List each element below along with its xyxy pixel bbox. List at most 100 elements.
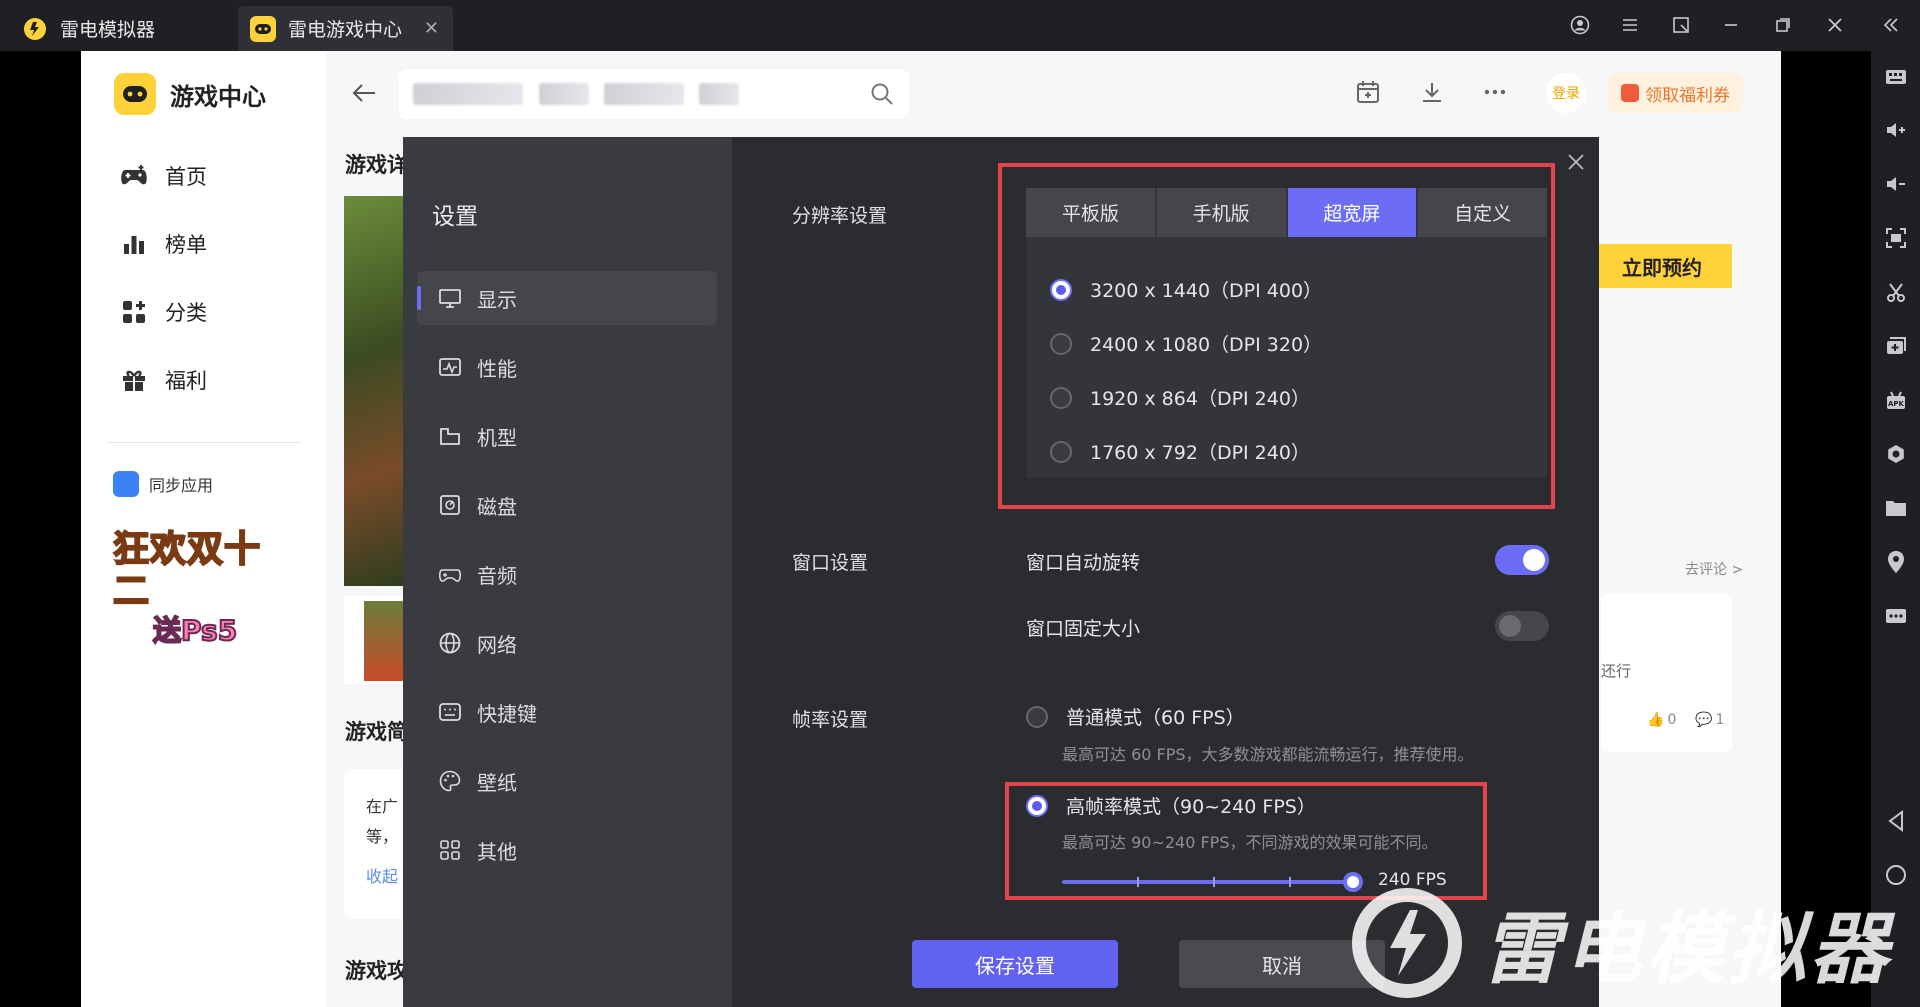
minimize-icon[interactable] [1716,10,1746,40]
intro-text-line1: 在广 [366,797,399,816]
android-home-icon[interactable] [1883,862,1909,888]
location-icon[interactable] [1883,549,1909,575]
performance-icon [437,354,463,380]
watermark-logo-icon [1352,888,1462,998]
radio-button[interactable] [1026,705,1048,728]
highlight-box-resolution [998,163,1555,509]
fixed-size-toggle[interactable] [1495,611,1549,641]
settings-nav-label: 显示 [477,287,517,312]
settings-nav-device[interactable]: 机型 [417,409,717,463]
settings-nav-performance[interactable]: 性能 [417,340,717,394]
android-back-icon[interactable] [1883,808,1909,834]
tab-emulator-title: 雷电模拟器 [60,19,156,41]
settings-nav-audio[interactable]: 音频 [417,547,717,601]
settings-gear-icon[interactable] [1883,441,1909,467]
search-input[interactable] [399,69,909,119]
section-title-details: 游戏详 [345,153,408,177]
keyboard-icon [437,699,463,725]
collapse-link[interactable]: 收起 [366,863,398,887]
comment-link[interactable]: 去评论 > [1685,559,1743,579]
collapse-sidebar-icon[interactable] [1876,10,1906,40]
sidebar-item-welfare[interactable]: 福利 [119,365,207,395]
thumbs-up-icon: 👍 [1647,712,1665,728]
comment-bubble-icon: 💬 [1695,712,1713,728]
apk-install-icon[interactable]: APK [1883,387,1909,413]
settings-nav-wallpaper[interactable]: 壁纸 [417,754,717,808]
sync-label: 同步应用 [149,476,214,495]
save-settings-button[interactable]: 保存设置 [912,940,1118,988]
like-button[interactable]: 👍 0 [1647,712,1676,728]
fixed-size-label: 窗口固定大小 [1026,618,1141,640]
volume-down-icon[interactable] [1883,171,1909,197]
monitor-icon [437,285,463,311]
back-arrow-icon[interactable] [351,81,377,111]
auto-rotate-toggle[interactable] [1495,545,1549,575]
screenshot-icon[interactable] [1883,225,1909,251]
disk-icon [437,492,463,518]
fps-section-label: 帧率设置 [792,709,869,731]
reply-button[interactable]: 💬 1 [1695,712,1724,728]
settings-nav-shortcuts[interactable]: 快捷键 [417,685,717,739]
sidebar-item-home[interactable]: 首页 [119,161,207,191]
download-icon[interactable] [1417,77,1447,107]
gift-icon [119,365,149,395]
maximize-icon[interactable] [1768,10,1798,40]
category-icon [119,297,149,327]
menu-icon[interactable] [1615,10,1645,40]
search-icon[interactable] [869,81,895,107]
folder-icon[interactable] [1883,495,1909,521]
promo-banner[interactable]: 狂欢双十二 送Ps5 [112,528,295,648]
screenshot-window-icon[interactable] [1666,10,1696,40]
multi-instance-icon[interactable] [1883,333,1909,359]
intro-text-line2: 等， [366,827,399,846]
like-count: 0 [1667,712,1677,728]
comment-snippet: 还行 [1601,662,1632,680]
close-dialog-icon[interactable] [1563,149,1589,175]
tab-emulator[interactable]: 雷电模拟器 [22,6,155,51]
login-button[interactable]: 登录 [1546,73,1586,113]
calendar-icon[interactable] [1353,77,1383,107]
svg-text:APK: APK [1888,400,1905,408]
audio-icon [437,561,463,587]
grid-icon [437,837,463,863]
sidebar-divider [107,442,301,443]
welfare-coupon-label: 领取福利券 [1645,85,1730,106]
keyboard-mapping-icon[interactable] [1883,64,1909,90]
tab-game-center[interactable]: 雷电游戏中心 ✕ [238,6,453,51]
reserve-button[interactable]: 立即预约 [1592,244,1732,288]
sidebar: 游戏中心 首页 榜单 分类 福利 同步应用 狂欢双十二 送Ps5 [81,51,326,1007]
account-icon[interactable] [1565,10,1595,40]
game-thumbnail[interactable] [344,596,406,684]
auto-rotate-label: 窗口自动旋转 [1026,552,1141,574]
section-title-intro: 游戏简 [345,720,408,744]
settings-nav-display[interactable]: 显示 [417,271,717,325]
tab-close-icon[interactable]: ✕ [424,18,439,39]
sidebar-item-ranking[interactable]: 榜单 [119,229,207,259]
gamepad-icon [119,161,149,191]
fps-normal-option[interactable]: 普通模式（60 FPS） [1026,703,1245,730]
highlight-box-high-fps [1005,782,1487,900]
settings-title: 设置 [432,204,478,230]
settings-nav-label: 机型 [477,425,517,450]
brand: 游戏中心 [114,73,266,115]
settings-nav-label: 壁纸 [477,770,517,795]
fps-normal-title: 普通模式（60 FPS） [1066,707,1245,729]
scissors-icon[interactable] [1883,279,1909,305]
sync-apps[interactable]: 同步应用 [113,471,213,497]
settings-nav-disk[interactable]: 磁盘 [417,478,717,532]
more-tools-icon[interactable] [1883,603,1909,629]
settings-nav-other[interactable]: 其他 [417,823,717,877]
close-window-icon[interactable] [1820,10,1850,40]
more-icon[interactable] [1480,77,1510,107]
settings-nav-network[interactable]: 网络 [417,616,717,670]
settings-nav-label: 网络 [477,632,517,657]
window-section-label: 窗口设置 [792,552,869,574]
welfare-coupon-button[interactable]: 领取福利券 [1608,73,1743,113]
title-bar: 雷电模拟器 雷电游戏中心 ✕ [0,0,1920,51]
watermark-text: 雷电模拟器 [1482,905,1893,995]
tab-game-center-title: 雷电游戏中心 [288,19,403,41]
volume-up-icon[interactable] [1883,117,1909,143]
section-title-guide: 游戏攻 [345,959,408,983]
game-center-logo-icon [114,73,156,115]
sidebar-item-category[interactable]: 分类 [119,297,207,327]
